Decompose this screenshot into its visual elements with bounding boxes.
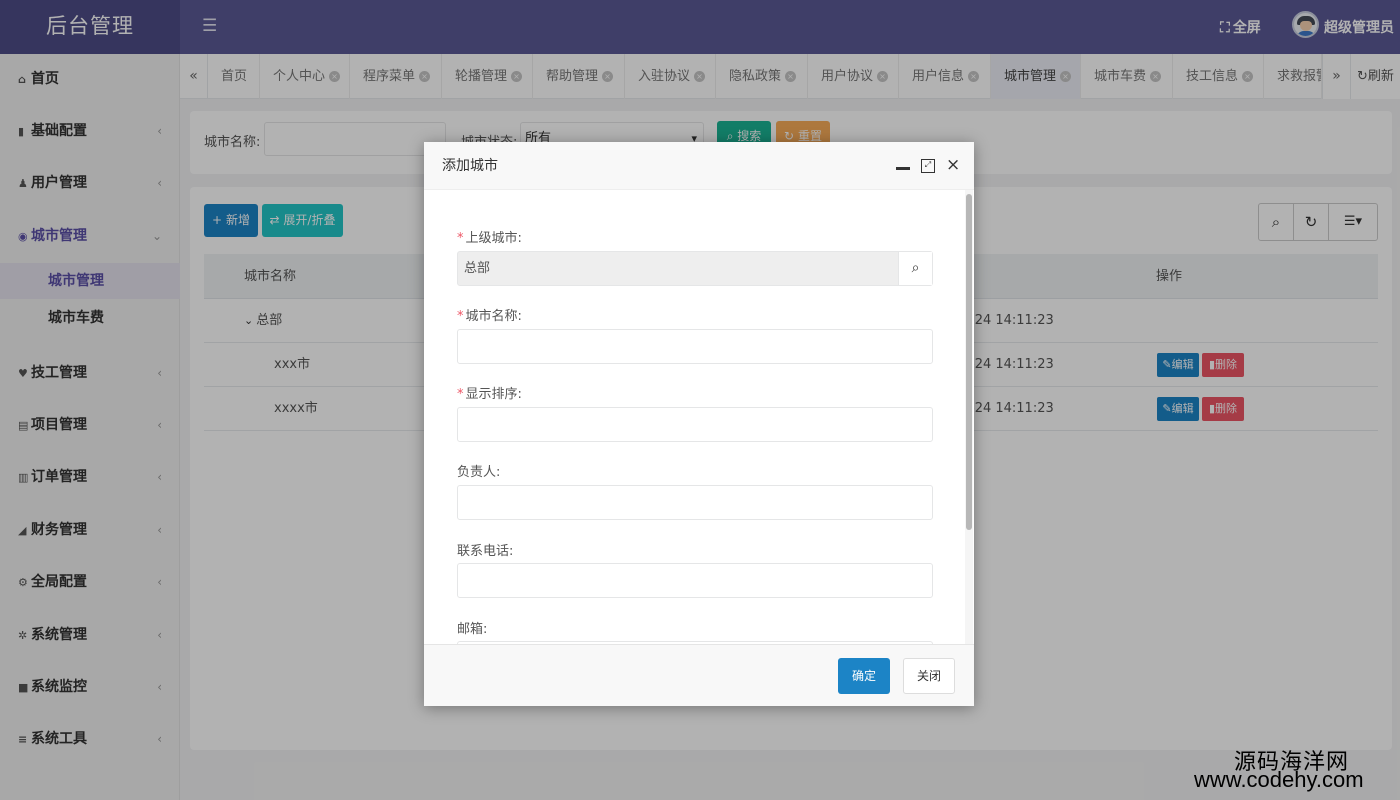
search-icon[interactable]: ⌕ [898,252,932,285]
minimize-icon[interactable] [896,167,910,170]
sort-order-label: * 显示排序: [457,387,522,402]
email-label: 邮箱: [457,622,488,637]
phone-field[interactable] [457,563,933,598]
confirm-button[interactable]: 确定 [838,658,890,694]
scrollbar-thumb[interactable] [966,194,972,530]
city-name-field[interactable] [457,329,933,364]
watermark-url: www.codehy.com [1194,767,1364,792]
required-mark: * [457,387,464,402]
phone-label: 联系电话: [457,544,514,559]
required-mark: * [457,231,464,246]
dialog-title: 添加城市 [442,158,498,174]
parent-city-field[interactable]: 总部 ⌕ [457,251,933,286]
close-button[interactable]: 关闭 [903,658,955,694]
parent-city-label: * 上级城市: [457,231,522,246]
close-icon[interactable]: × [946,155,960,175]
leader-field[interactable] [457,485,933,520]
dialog-footer: 确定 关闭 [424,644,974,706]
dialog-body: * 上级城市: 总部 ⌕ * 城市名称: * 显示排序: 负责人: 联系电话: 邮箱: [424,190,974,644]
leader-label: 负责人: [457,465,501,480]
sort-order-field[interactable] [457,407,933,442]
dialog-scrollbar[interactable] [965,190,973,644]
city-name-label: * 城市名称: [457,309,522,324]
parent-city-value: 总部 [464,261,491,276]
required-mark: * [457,309,464,324]
add-city-dialog: 添加城市 ⤢ × * 上级城市: 总部 ⌕ * 城市名称: * 显示排序: 负责人: 联… [424,142,974,706]
maximize-icon[interactable]: ⤢ [921,159,935,173]
dialog-header: 添加城市 ⤢ × [424,142,974,190]
